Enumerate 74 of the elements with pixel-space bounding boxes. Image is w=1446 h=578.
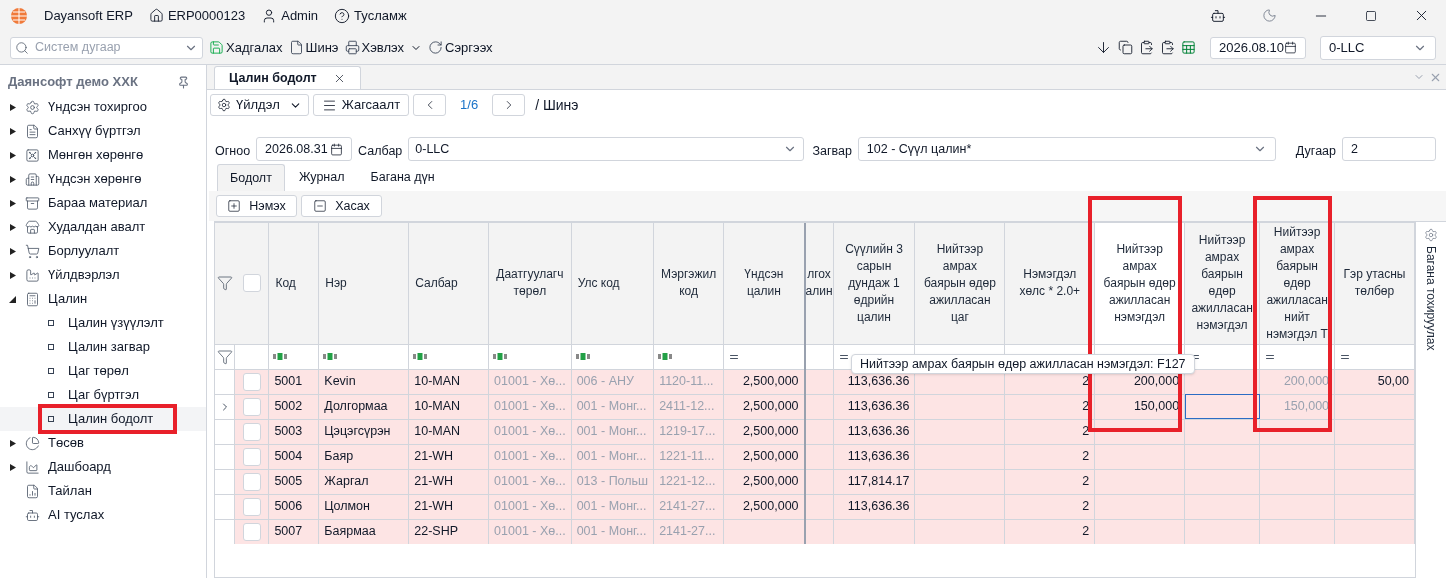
table-cell-text: 113,636.36 [846,498,910,516]
table-cell-text: 001 - Монг... [576,523,648,541]
table-cell-text: 2 [1081,498,1090,516]
table-cell-text: 01001 - Хө... [494,448,566,466]
table-cell-text: Цэцэгсүрэн [324,423,392,441]
table-cell-text: 1120-11... [659,373,715,391]
table-cell-text: Баярмаа [324,523,377,541]
table-cell-text: Kevin [324,373,357,391]
table-cell-text: 2,500,000 [741,498,799,516]
table-cell-text: 1221-11... [659,448,716,466]
table-cell-text: 21-WH [414,448,455,466]
table-cell-text: 01001 - Хө... [494,523,566,541]
table-cell-text: 2141-27... [659,498,717,516]
table-cell-text: 22-SHP [414,523,459,541]
table-cell-text: 117,814.17 [846,473,910,491]
table-cell-text: 2141-27... [659,523,717,541]
company-title: Даянсофт демо ХХК [8,73,138,92]
table-cell-text: 50,00 [1376,373,1409,391]
table-cell-text: 2,500,000 [741,423,799,441]
table-cell-text: 001 - Монг... [576,398,648,416]
tooltip: Нийтээр амрах баярын өдөр ажилласан нэмэгдэл: F127 [851,354,1195,374]
table-cell-text: 01001 - Хө... [494,398,566,416]
table-cell-text: 113,636.36 [846,398,910,416]
table-cell-text: 5002 [274,398,304,416]
table-cell-text: 01001 - Хө... [494,373,566,391]
table-cell-text: 1221-12... [659,473,717,491]
table-cell-text: Баяр [324,448,355,466]
app-name: Dayansoft ERP [44,6,133,25]
table-cell-text: Жаргал [324,473,370,491]
table-cell-text: 001 - Монг... [576,448,648,466]
table-cell-text: 5001 [274,373,304,391]
table-cell-text: 113,636.36 [846,448,910,466]
table-cell-text: 01001 - Хө... [494,498,566,516]
table-cell-text: 200,000 [1132,373,1180,391]
table-cell-text: 2411-12... [659,398,716,416]
table-cell-text: 5005 [274,473,304,491]
table-cell-text: 150,000 [1282,398,1330,416]
table-cell-text: 2,500,000 [741,473,799,491]
table-cell-text: 113,636.36 [846,373,910,391]
table-cell-text: 113,636.36 [846,423,910,441]
table-cell-text: 21-WH [414,473,455,491]
table-cell-text: 10-MAN [414,398,462,416]
field-label: Салбар [358,143,403,161]
table-cell-text: 2 [1081,473,1090,491]
table-cell-text: 013 - Польш [576,473,649,491]
table-cell-text: 001 - Монг... [576,423,648,441]
table-cell-text: 10-MAN [414,423,462,441]
table-cell-text: 5003 [274,423,304,441]
table-cell-text: 2,500,000 [741,373,799,391]
table-cell-text: Долгормаа [324,398,389,416]
table-cell-text: 150,000 [1132,398,1180,416]
field-label: Огноо [215,143,251,161]
table-cell-text: 200,000 [1282,373,1330,391]
field-label: Загвар [812,143,852,161]
field-label: Дугаар [1295,143,1336,161]
record-status: / Шинэ [535,95,579,115]
table-cell-text: 2 [1081,523,1090,541]
table-cell-text: 5004 [274,448,304,466]
table-cell-text: 10-MAN [414,373,462,391]
table-cell-text: 5007 [274,523,304,541]
table-cell-text: 5006 [274,498,304,516]
table-cell-text: 01001 - Хө... [494,473,566,491]
table-cell-text: 006 - АНУ [576,373,635,391]
table-cell-text: 2,500,000 [741,448,799,466]
document-number: ERP0000123 [167,6,246,25]
page-indicator: 1/6 [459,96,480,115]
table-cell-text: 1219-17... [659,423,717,441]
table-cell-text: Цолмон [324,498,371,516]
table-cell-text: 2 [1081,448,1090,466]
table-cell-text: 2,500,000 [741,398,799,416]
table-cell-text: 21-WH [414,498,455,516]
table-cell-text: 2 [1081,423,1090,441]
table-cell-text: 001 - Монг... [576,498,648,516]
table-cell-text: 01001 - Хө... [494,423,566,441]
